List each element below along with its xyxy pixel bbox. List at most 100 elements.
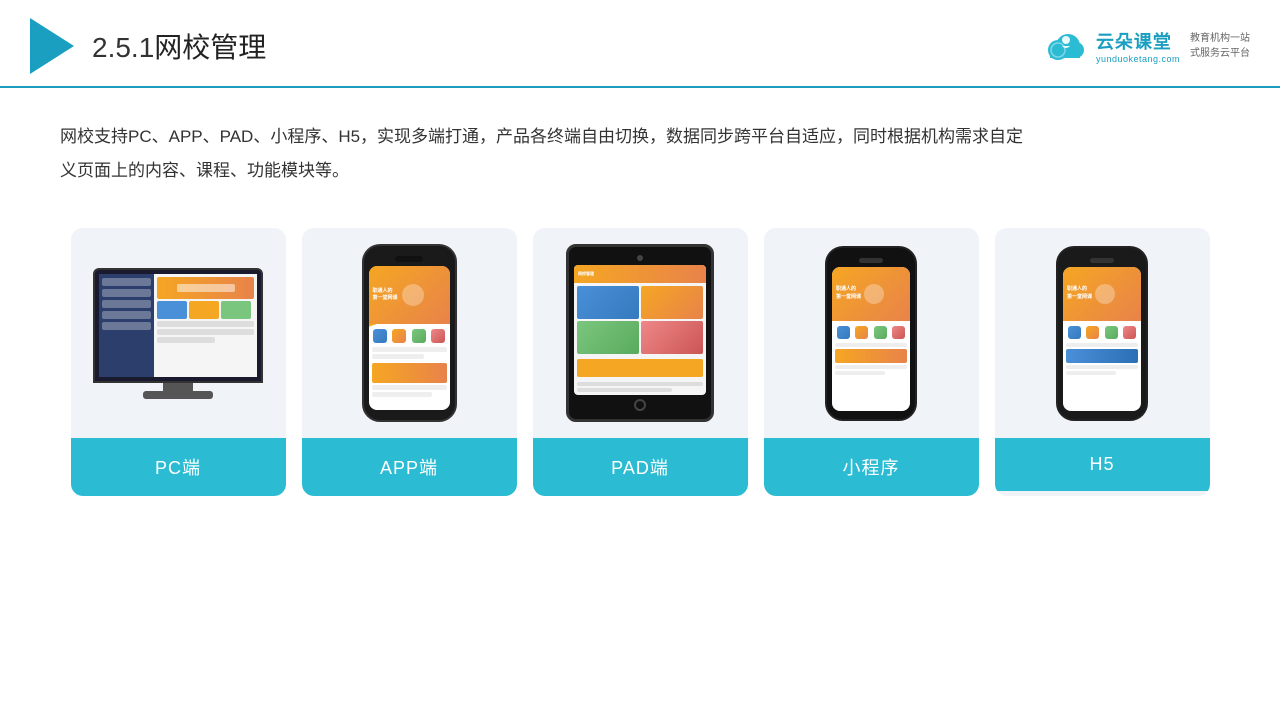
tablet-mockup: 网校管理 [566,244,714,422]
header: 2.5.1网校管理 云朵课堂 yunduoketang.com 教育机构一站式服… [0,0,1280,88]
card-pad-image: 网校管理 [533,228,748,438]
mini-banner-text: 职通人的第一堂网课 [836,286,861,301]
tablet-card [577,286,639,319]
card-miniprogram: 职通人的第一堂网课 [764,228,979,496]
pc-neck [163,383,193,391]
h5-row [1066,343,1138,347]
tablet-card [641,321,703,354]
app-phone-mockup: 职通人的第一堂网课 [362,244,457,422]
section-number: 2.5.1 [92,32,154,63]
h5-banner-text: 职通人的第一堂网课 [1067,286,1092,301]
phone-row [372,347,447,352]
phone-row [372,385,447,390]
header-right: 云朵课堂 yunduoketang.com 教育机构一站式服务云平台 [1040,28,1250,64]
mini-icon [874,326,887,339]
tablet-home-btn [634,399,646,411]
h5-row [1066,365,1138,369]
h5-icon [1068,326,1081,339]
description-text: 网校支持PC、APP、PAD、小程序、H5，实现多端打通，产品各终端自由切换，数… [0,88,1100,208]
mini-icons [835,326,907,339]
h5-banner: 职通人的第一堂网课 [1063,267,1141,322]
pc-screen-content [99,274,257,377]
phone-body [369,324,450,400]
tablet-header-text: 网校管理 [578,271,594,277]
card-app-label: APP端 [302,438,517,496]
pc-sidebar-item [102,289,151,297]
h5-row [1066,349,1138,363]
h5-body [1063,321,1141,378]
pc-base [143,391,213,399]
phone-icon [412,329,426,343]
h5-avatar [1095,284,1115,304]
pc-main-row [157,329,254,335]
mini-row [835,343,907,347]
mini-body [832,321,910,378]
mini-notch [859,258,883,263]
mini-icon [837,326,850,339]
pc-sidebar-item [102,322,151,330]
phone-icon [373,329,387,343]
page-title: 2.5.1网校管理 [92,26,266,66]
card-app: 职通人的第一堂网课 [302,228,517,496]
pc-mockup [93,268,263,399]
tablet-camera [637,255,643,261]
brand-name-group: 云朵课堂 yunduoketang.com [1096,28,1180,64]
tablet-card [641,286,703,319]
brand-tagline: 教育机构一站式服务云平台 [1190,31,1250,61]
brand-logo: 云朵课堂 yunduoketang.com 教育机构一站式服务云平台 [1040,28,1250,64]
card-pc-image [71,228,286,438]
phone-screen: 职通人的第一堂网课 [369,266,450,410]
phone-notch [395,256,423,262]
card-h5: 职通人的第一堂网课 [995,228,1210,496]
phone-icon [392,329,406,343]
tablet-screen-inner: 网校管理 [574,265,706,395]
title-text: 网校管理 [154,32,266,63]
mini-row [835,349,907,363]
card-h5-image: 职通人的第一堂网课 [995,228,1210,438]
mini-icon [892,326,905,339]
tablet-card [577,321,639,354]
phone-row [372,354,425,359]
miniprogram-phone-mockup: 职通人的第一堂网课 [825,246,917,421]
tablet-screen: 网校管理 [574,265,706,395]
brand-name: 云朵课堂 [1096,28,1180,54]
phone-banner: 职通人的第一堂网课 [369,266,450,324]
pc-screen-outer [93,268,263,383]
logo-triangle-icon [30,18,74,74]
h5-icon [1086,326,1099,339]
h5-screen: 职通人的第一堂网课 [1063,267,1141,411]
card-miniprogram-label: 小程序 [764,438,979,496]
brand-url: yunduoketang.com [1096,54,1180,64]
card-pad-label: PAD端 [533,438,748,496]
mini-icon [855,326,868,339]
h5-icon [1105,326,1118,339]
cloud-logo-icon [1040,28,1090,64]
phone-icon [431,329,445,343]
header-left: 2.5.1网校管理 [30,18,266,74]
mini-banner: 职通人的第一堂网课 [832,267,910,322]
h5-icons [1066,326,1138,339]
pc-sidebar [99,274,154,377]
card-miniprogram-image: 职通人的第一堂网课 [764,228,979,438]
h5-row [1066,371,1116,375]
pc-main-row [157,337,215,343]
phone-row [372,392,432,397]
h5-phone-mockup: 职通人的第一堂网课 [1056,246,1148,421]
pc-sidebar-item [102,278,151,286]
mini-row [835,365,907,369]
pc-main [154,274,257,377]
phone-icons [372,329,447,343]
h5-notch [1090,258,1114,263]
mini-row [835,371,885,375]
mini-screen: 职通人的第一堂网课 [832,267,910,411]
pc-sidebar-item [102,300,151,308]
card-pc: PC端 [71,228,286,496]
tablet-content [574,283,706,357]
pc-banner [157,277,254,299]
card-pad: 网校管理 [533,228,748,496]
card-app-image: 职通人的第一堂网课 [302,228,517,438]
h5-icon [1123,326,1136,339]
pc-main-row [157,321,254,327]
cards-container: PC端 职通人的第一堂网课 [0,208,1280,526]
pc-sidebar-item [102,311,151,319]
